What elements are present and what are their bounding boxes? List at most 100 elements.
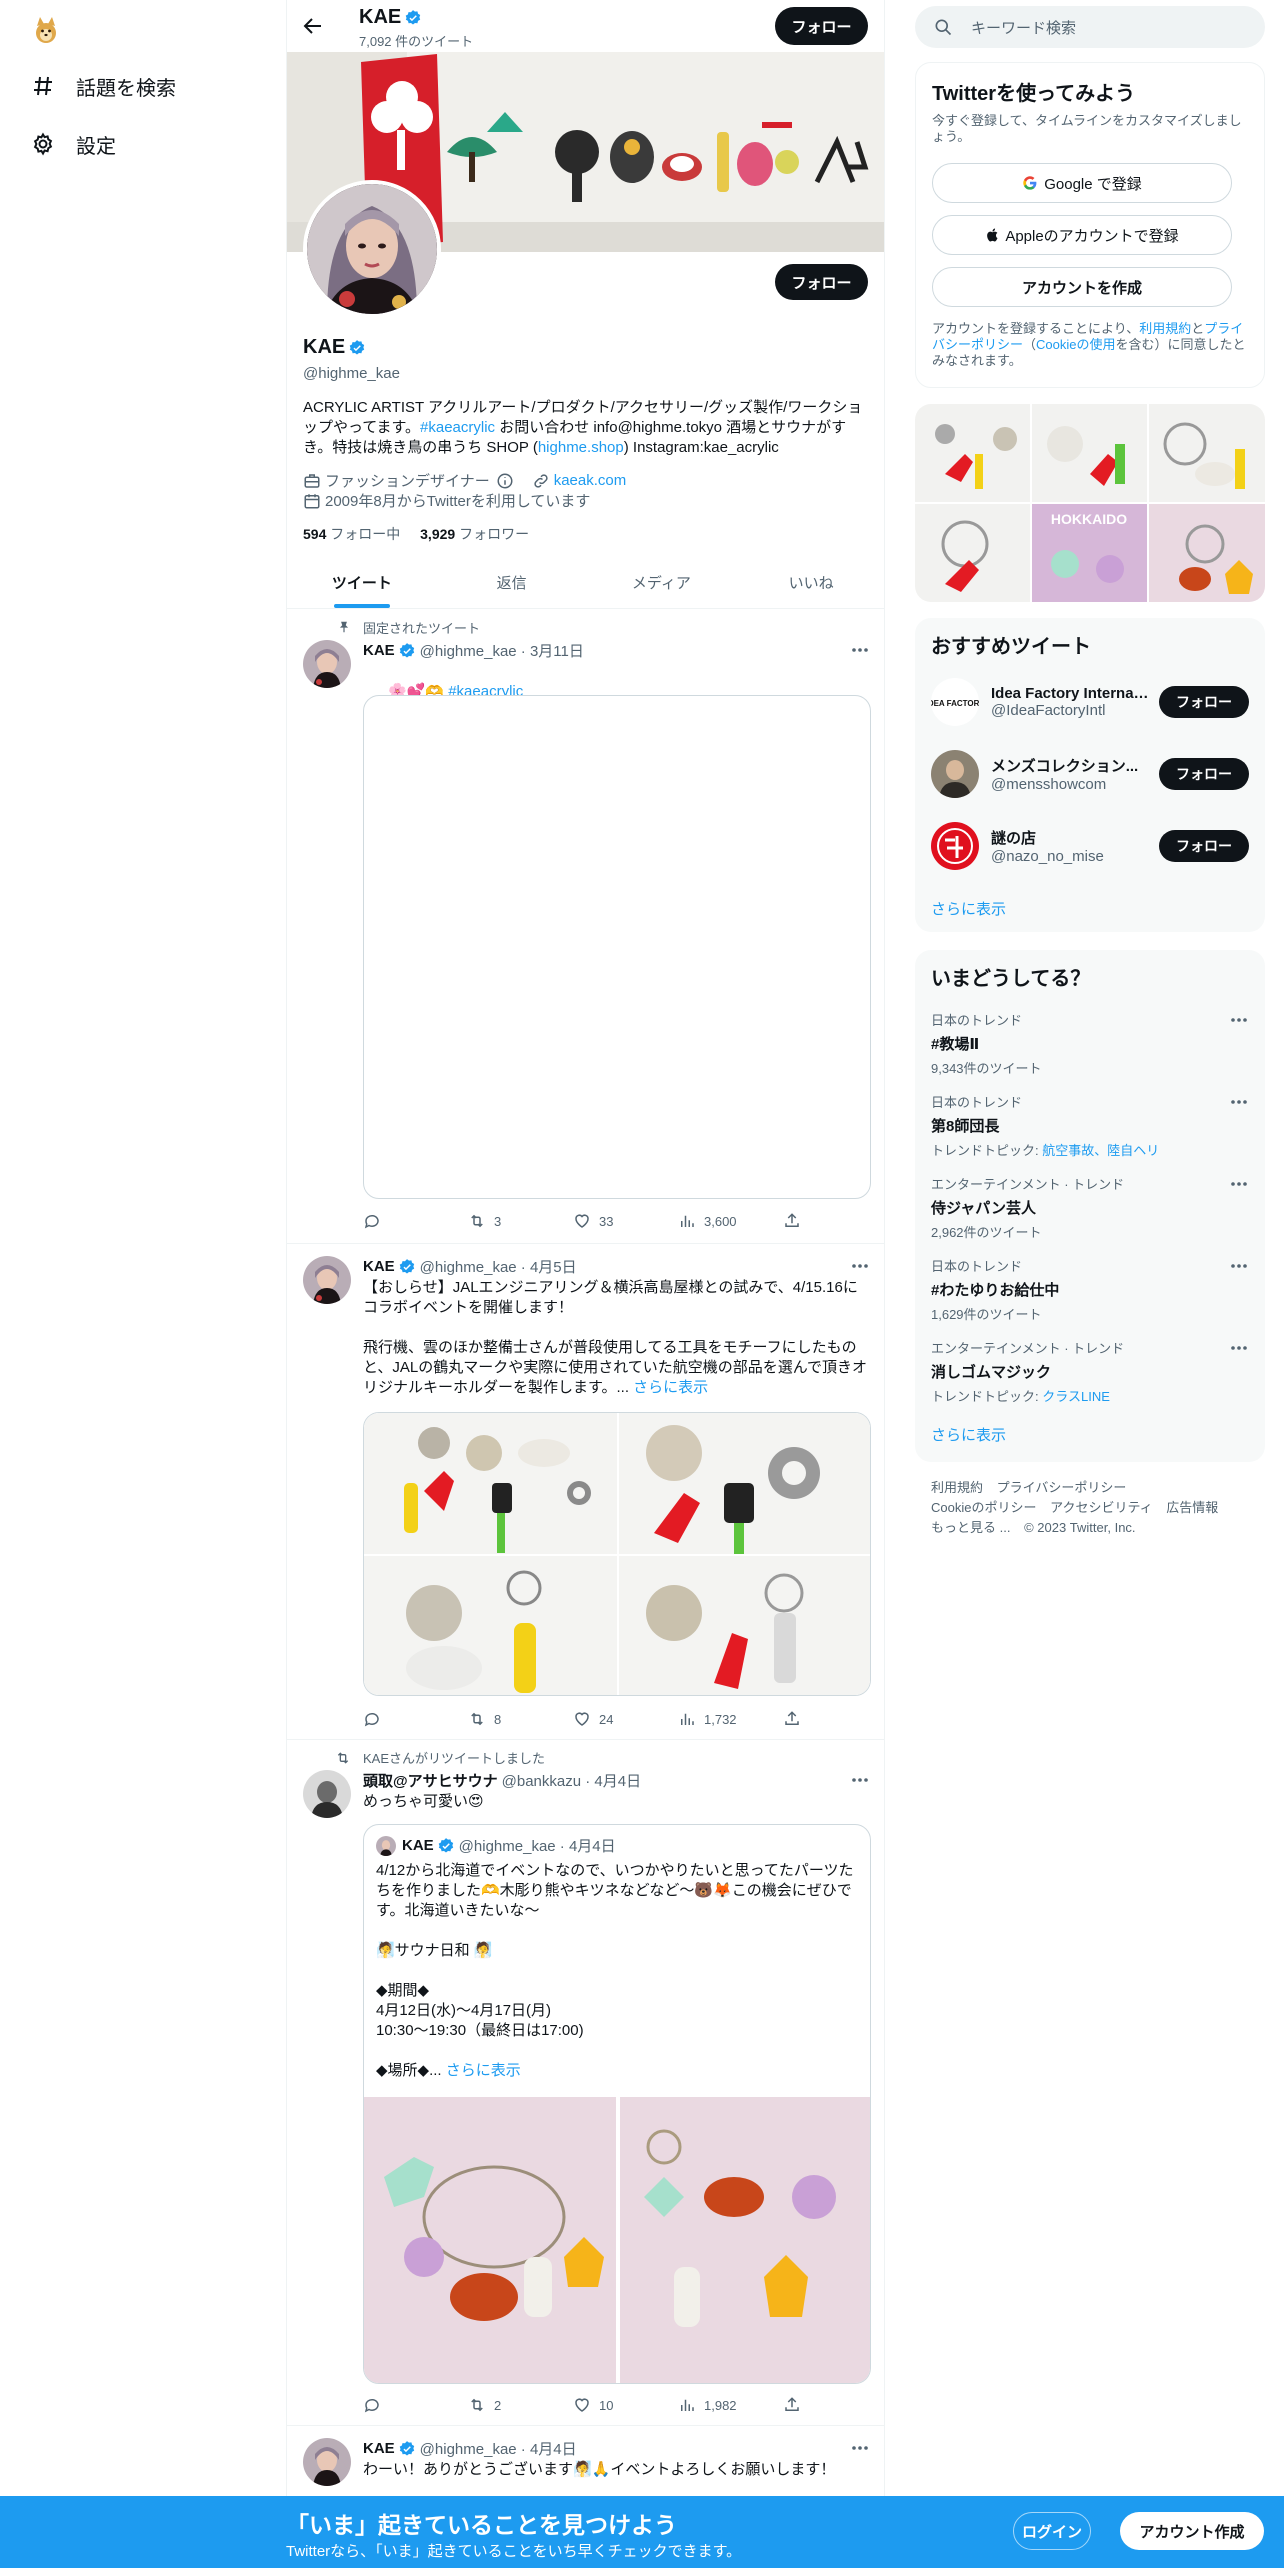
views-button[interactable]: 1,982: [678, 2396, 758, 2414]
cookie-link[interactable]: Cookieの使用: [1036, 337, 1115, 352]
quoted-tweet[interactable]: KAE @highme_kae · 4月4日 4/12から北海道でイベントなので…: [363, 1824, 871, 2384]
app-logo-icon[interactable]: [30, 14, 62, 46]
tweet-handle-date[interactable]: @highme_kae · 4月5日: [420, 1256, 577, 1277]
tweet-item[interactable]: KAE @highme_kae · 4月5日 【おしらせ】JALエンジニアリング…: [287, 1244, 884, 1740]
followers-link[interactable]: 3,929 フォロワー: [420, 526, 529, 542]
footer-privacy-link[interactable]: プライバシーポリシー: [997, 1480, 1127, 1495]
login-button[interactable]: ログイン: [1013, 2512, 1091, 2550]
tweet-author-name[interactable]: KAE: [363, 1258, 395, 1275]
like-button[interactable]: 24: [573, 1710, 653, 1728]
footer-accessibility-link[interactable]: アクセシビリティ: [1050, 1500, 1153, 1515]
trend-item[interactable]: 日本のトレンド #教場Ⅱ 9,343件のツイート: [931, 1010, 1249, 1077]
more-options-icon[interactable]: [1229, 1338, 1249, 1358]
like-button[interactable]: 10: [573, 2396, 653, 2414]
tweet-item[interactable]: 固定されたツイート KAE @highme_kae · 3月11日 🌸💕🫶 #k…: [287, 610, 884, 1244]
profile-avatar[interactable]: [303, 180, 441, 318]
tweet-image-grid[interactable]: [363, 1412, 871, 1696]
profile-media-grid[interactable]: HOKKAIDO: [915, 404, 1265, 602]
retweet-button[interactable]: 2: [468, 2396, 548, 2414]
more-options-icon[interactable]: [1229, 1092, 1249, 1112]
profile-website-link[interactable]: kaeak.com: [554, 472, 627, 489]
footer-terms-link[interactable]: 利用規約: [931, 1480, 983, 1495]
recommend-account[interactable]: メンズコレクション... @mensshowcom フォロー: [931, 748, 1249, 800]
trend-topic-link[interactable]: 航空事故、陸自ヘリ: [1042, 1143, 1159, 1158]
create-account-button[interactable]: アカウントを作成: [932, 267, 1232, 307]
header-follow-button[interactable]: フォロー: [775, 7, 868, 45]
quote-image-grid[interactable]: [364, 2097, 870, 2383]
trend-topic-link[interactable]: クラスLINE: [1042, 1389, 1110, 1404]
tweet-handle-date[interactable]: @highme_kae · 4月4日: [420, 2438, 577, 2459]
back-arrow-icon[interactable]: [301, 14, 325, 38]
share-button[interactable]: [783, 2396, 803, 2414]
tweet-avatar[interactable]: [303, 640, 351, 688]
apple-signup-button[interactable]: Appleのアカウントで登録: [932, 215, 1232, 255]
profile-follow-button[interactable]: フォロー: [775, 264, 868, 300]
views-button[interactable]: 1,732: [678, 1710, 758, 1728]
retweeted-by-label[interactable]: KAEさんがリツイートしました: [363, 1748, 545, 1767]
terms-link[interactable]: 利用規約: [1139, 321, 1191, 336]
retweet-button[interactable]: 8: [468, 1710, 548, 1728]
recommend-follow-button[interactable]: フォロー: [1159, 686, 1249, 718]
trends-show-more-link[interactable]: さらに表示: [931, 1424, 1006, 1445]
share-button[interactable]: [783, 1710, 803, 1728]
more-options-icon[interactable]: [850, 2438, 870, 2458]
recommend-follow-button[interactable]: フォロー: [1159, 830, 1249, 862]
trend-item[interactable]: エンターテインメント · トレンド 消しゴムマジック トレンドトピック: クラス…: [931, 1338, 1249, 1405]
create-account-bottom-button[interactable]: アカウント作成: [1120, 2512, 1264, 2550]
profile-joined-row: 2009年8月からTwitterを利用しています: [303, 490, 590, 511]
retweet-count: 8: [494, 1711, 502, 1727]
more-options-icon[interactable]: [1229, 1174, 1249, 1194]
tab-likes[interactable]: いいね: [736, 556, 884, 608]
more-options-icon[interactable]: [850, 1256, 870, 1276]
reply-button[interactable]: [363, 1212, 443, 1230]
tweet-item[interactable]: KAEさんがリツイートしました 頭取@アサヒサウナ @bankkazu · 4月…: [287, 1740, 884, 2426]
google-signup-button[interactable]: Google で登録: [932, 163, 1232, 203]
tweet-author-name[interactable]: 頭取@アサヒサウナ: [363, 1770, 498, 1791]
signup-subtitle: 今すぐ登録して、タイムラインをカスタマイズしましょう。: [932, 113, 1242, 144]
footer-more-link[interactable]: もっと見る ...: [931, 1520, 1010, 1535]
tweet-avatar[interactable]: [303, 1256, 351, 1304]
reply-button[interactable]: [363, 1710, 443, 1728]
tweet-video-embed[interactable]: [363, 695, 871, 1199]
quote-show-more-link[interactable]: さらに表示: [446, 2062, 521, 2079]
more-options-icon[interactable]: [1229, 1010, 1249, 1030]
footer-ads-link[interactable]: 広告情報: [1166, 1500, 1218, 1515]
views-button[interactable]: 3,600: [678, 1212, 758, 1230]
search-box[interactable]: キーワード検索: [915, 6, 1265, 48]
tab-media[interactable]: メディア: [587, 556, 737, 608]
recommend-account[interactable]: IDEA FACTORY Idea Factory Internati... @…: [931, 676, 1249, 728]
nav-settings[interactable]: 設定: [30, 124, 116, 164]
bio-shop-link[interactable]: highme.shop: [538, 439, 624, 456]
trend-item[interactable]: 日本のトレンド #わたゆりお給仕中 1,629件のツイート: [931, 1256, 1249, 1323]
profile-follow-stats: 594 フォロー中 3,929 フォロワー: [303, 524, 529, 544]
tweet-avatar[interactable]: [303, 2438, 351, 2486]
tweet-handle-date[interactable]: @highme_kae · 3月11日: [420, 640, 584, 661]
retweet-button[interactable]: 3: [468, 1212, 548, 1230]
tweet-author-name[interactable]: KAE: [363, 2440, 395, 2457]
tab-tweets[interactable]: ツイート: [287, 556, 437, 608]
more-options-icon[interactable]: [850, 1770, 870, 1790]
footer-cookie-link[interactable]: Cookieのポリシー: [931, 1500, 1036, 1515]
verified-badge-icon: [398, 1258, 416, 1276]
recommend-account[interactable]: 謎の店 @nazo_no_mise フォロー: [931, 820, 1249, 872]
share-button[interactable]: [783, 1212, 803, 1230]
recommend-show-more-link[interactable]: さらに表示: [931, 898, 1006, 919]
bio-hashtag-link[interactable]: #kaeacrylic: [420, 419, 495, 436]
info-icon[interactable]: [496, 472, 514, 490]
more-options-icon[interactable]: [850, 640, 870, 660]
trend-item[interactable]: エンターテインメント · トレンド 侍ジャパン芸人 2,962件のツイート: [931, 1174, 1249, 1241]
tweet-avatar[interactable]: [303, 1770, 351, 1818]
tweet-header: 頭取@アサヒサウナ @bankkazu · 4月4日: [363, 1770, 641, 1791]
tab-replies[interactable]: 返信: [437, 556, 587, 608]
nav-explore[interactable]: 話題を検索: [30, 66, 176, 106]
following-link[interactable]: 594 フォロー中: [303, 526, 400, 542]
recommend-follow-button[interactable]: フォロー: [1159, 758, 1249, 790]
like-button[interactable]: 33: [573, 1212, 653, 1230]
more-options-icon[interactable]: [1229, 1256, 1249, 1276]
show-more-link[interactable]: さらに表示: [633, 1379, 708, 1396]
tweet-handle-date[interactable]: @bankkazu · 4月4日: [502, 1770, 641, 1791]
trend-item[interactable]: 日本のトレンド 第8師団長 トレンドトピック: 航空事故、陸自ヘリ: [931, 1092, 1249, 1159]
recommend-handle: @mensshowcom: [991, 776, 1107, 793]
tweet-author-name[interactable]: KAE: [363, 642, 395, 659]
reply-button[interactable]: [363, 2396, 443, 2414]
